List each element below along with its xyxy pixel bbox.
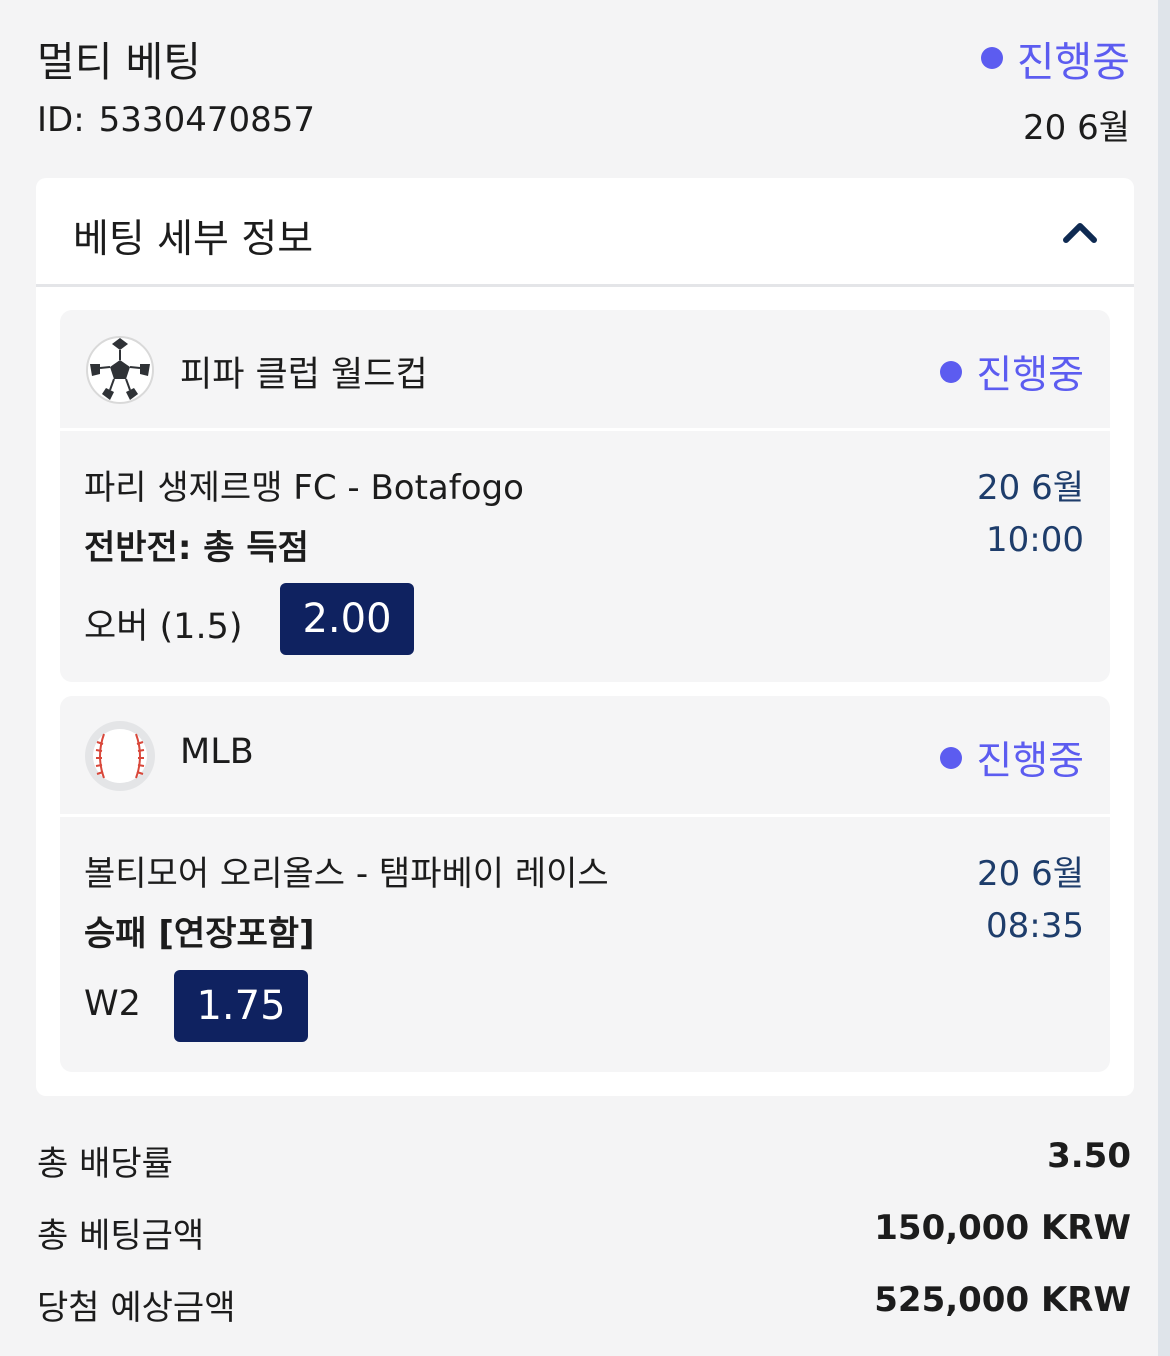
- soccer-ball-icon: [84, 334, 156, 406]
- match-time: 10:00: [986, 520, 1084, 560]
- summary-label: 총 배당률: [37, 1144, 173, 1184]
- match-date: 20 6월: [977, 854, 1084, 894]
- market-name: 전반전: 총 득점: [84, 528, 309, 568]
- bet-details-header[interactable]: 베팅 세부 정보: [36, 178, 1134, 287]
- selection-card: MLB 진행중 볼티모어 오리올스 - 탬파베이 레이스 20 6월 승패 [연…: [60, 696, 1110, 1072]
- pick-label: 오버 (1.5): [84, 607, 243, 647]
- match-name: 볼티모어 오리올스 - 탬파베이 레이스: [84, 854, 609, 894]
- summary-label: 당첨 예상금액: [37, 1288, 236, 1328]
- status-dot-icon: [980, 47, 1003, 69]
- bet-id: ID: 5330470857: [37, 100, 315, 140]
- bet-detail-page: 멀티 베팅 진행중 ID: 5330470857 20 6월 베팅 세부 정보: [0, 0, 1158, 1356]
- selection-card-header: 피파 클럽 월드컵 진행중: [60, 310, 1110, 431]
- match-date: 20 6월: [977, 468, 1084, 508]
- bet-details-title: 베팅 세부 정보: [73, 217, 314, 262]
- selection-card: 피파 클럽 월드컵 진행중 파리 생제르맹 FC - Botafogo 20 6…: [60, 310, 1110, 682]
- status-dot-icon: [940, 747, 963, 769]
- odds-badge: 2.00: [280, 583, 414, 655]
- selection-status-label: 진행중: [976, 353, 1084, 398]
- selection-status: 진행중: [940, 730, 1084, 786]
- summary-total-stake: 총 베팅금액 150,000 KRW: [37, 1208, 1131, 1258]
- summary-label: 총 베팅금액: [37, 1216, 205, 1256]
- selection-card-header: MLB 진행중: [60, 696, 1110, 817]
- baseball-icon: [84, 720, 156, 792]
- pick-label: W2: [84, 984, 141, 1024]
- scrollbar[interactable]: [1158, 0, 1170, 1356]
- status-dot-icon: [940, 361, 963, 383]
- market-name: 승패 [연장포함]: [84, 914, 315, 954]
- summary-value: 525,000 KRW: [874, 1280, 1131, 1320]
- bet-date: 20 6월: [1023, 108, 1130, 148]
- bet-id-label: ID:: [37, 100, 85, 140]
- bet-details-panel: 베팅 세부 정보 피파 클럽 월드컵 진행중 파리 생제르맹 FC - Bota…: [36, 178, 1134, 1096]
- summary-total-odds: 총 배당률 3.50: [37, 1136, 1131, 1186]
- bet-id-value: 5330470857: [98, 100, 315, 140]
- summary-value: 3.50: [1047, 1136, 1131, 1176]
- selection-status-label: 진행중: [976, 739, 1084, 784]
- match-time: 08:35: [986, 906, 1084, 946]
- summary-value: 150,000 KRW: [874, 1208, 1131, 1248]
- summary-potential-win: 당첨 예상금액 525,000 KRW: [37, 1280, 1131, 1330]
- bet-status-label: 진행중: [1016, 38, 1130, 86]
- odds-badge: 1.75: [174, 970, 308, 1042]
- selection-status: 진행중: [940, 344, 1084, 400]
- league-name: MLB: [180, 732, 254, 772]
- bet-type-title: 멀티 베팅: [37, 38, 201, 86]
- match-name: 파리 생제르맹 FC - Botafogo: [84, 468, 524, 508]
- bet-status: 진행중: [980, 28, 1130, 88]
- league-name: 피파 클럽 월드컵: [180, 355, 428, 395]
- chevron-up-icon[interactable]: [1056, 208, 1104, 256]
